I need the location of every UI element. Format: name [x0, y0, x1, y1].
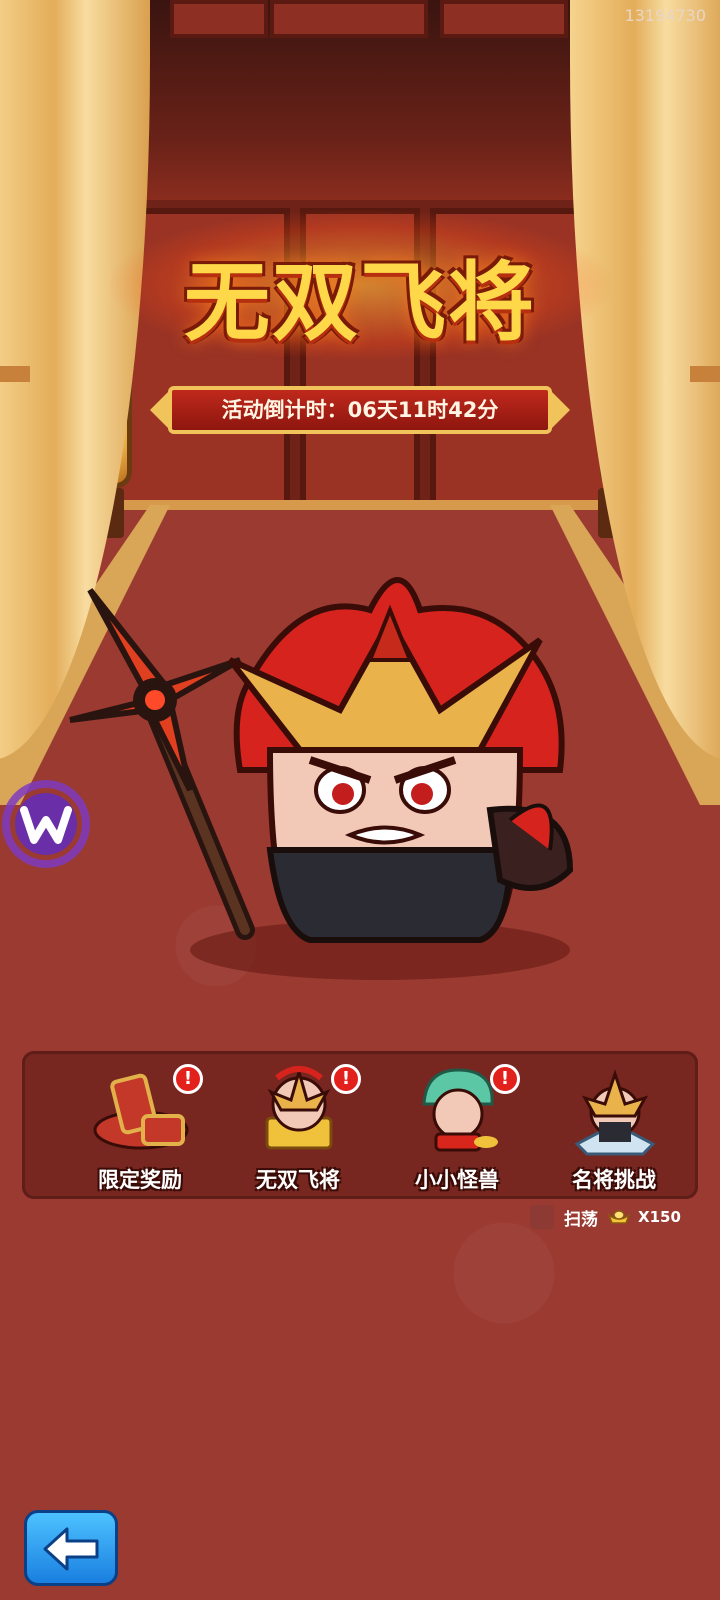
event-countdown: 活动倒计时：06天11时42分 [168, 386, 552, 434]
menu-item-limited-rewards[interactable]: ! 限定奖励 [65, 1060, 215, 1196]
event-title: 无双飞将 [184, 253, 536, 353]
menu-item-label: 限定奖励 [98, 1168, 182, 1192]
sweep-cost: X150 [638, 1208, 681, 1226]
menu-item-label: 小小怪兽 [415, 1168, 499, 1192]
sweep-label: 扫荡 [564, 1209, 598, 1230]
sweep-option[interactable]: 扫荡 X150 [530, 1203, 681, 1231]
game-screen: 13194730 无双飞将 活动倒计时：06天11时42分 ! 限定奖励 ! 无… [0, 0, 720, 1600]
gold-ingot-icon [608, 1210, 630, 1224]
back-button[interactable] [24, 1510, 118, 1586]
ceiling-beam [440, 0, 568, 38]
ceiling-beam [170, 0, 268, 38]
halberd-icon [69, 588, 255, 940]
sweep-checkbox[interactable] [530, 1205, 554, 1229]
curtain-tieback-right [690, 366, 720, 382]
build-id: 13194730 [624, 6, 706, 25]
menu-item-label: 无双飞将 [256, 1168, 340, 1192]
menu-item-little-monster[interactable]: ! 小小怪兽 [382, 1060, 532, 1196]
hero-character[interactable] [40, 550, 600, 990]
notification-badge: ! [173, 1064, 203, 1094]
curtain-tieback-left [0, 366, 30, 382]
menu-item-peerless-general[interactable]: ! 无双飞将 [223, 1060, 373, 1196]
general-challenge-icon [574, 1069, 656, 1156]
floating-assistant-button[interactable] [2, 780, 90, 868]
ceiling-beam [270, 0, 428, 38]
notification-badge: ! [490, 1064, 520, 1094]
notification-badge: ! [331, 1064, 361, 1094]
back-arrow-icon [43, 1527, 99, 1571]
menu-item-label: 名将挑战 [572, 1168, 656, 1192]
event-menu-panel: ! 限定奖励 ! 无双飞将 ! 小小怪兽 名将挑战 [22, 1051, 698, 1199]
menu-item-general-challenge[interactable]: 名将挑战 [539, 1060, 689, 1196]
